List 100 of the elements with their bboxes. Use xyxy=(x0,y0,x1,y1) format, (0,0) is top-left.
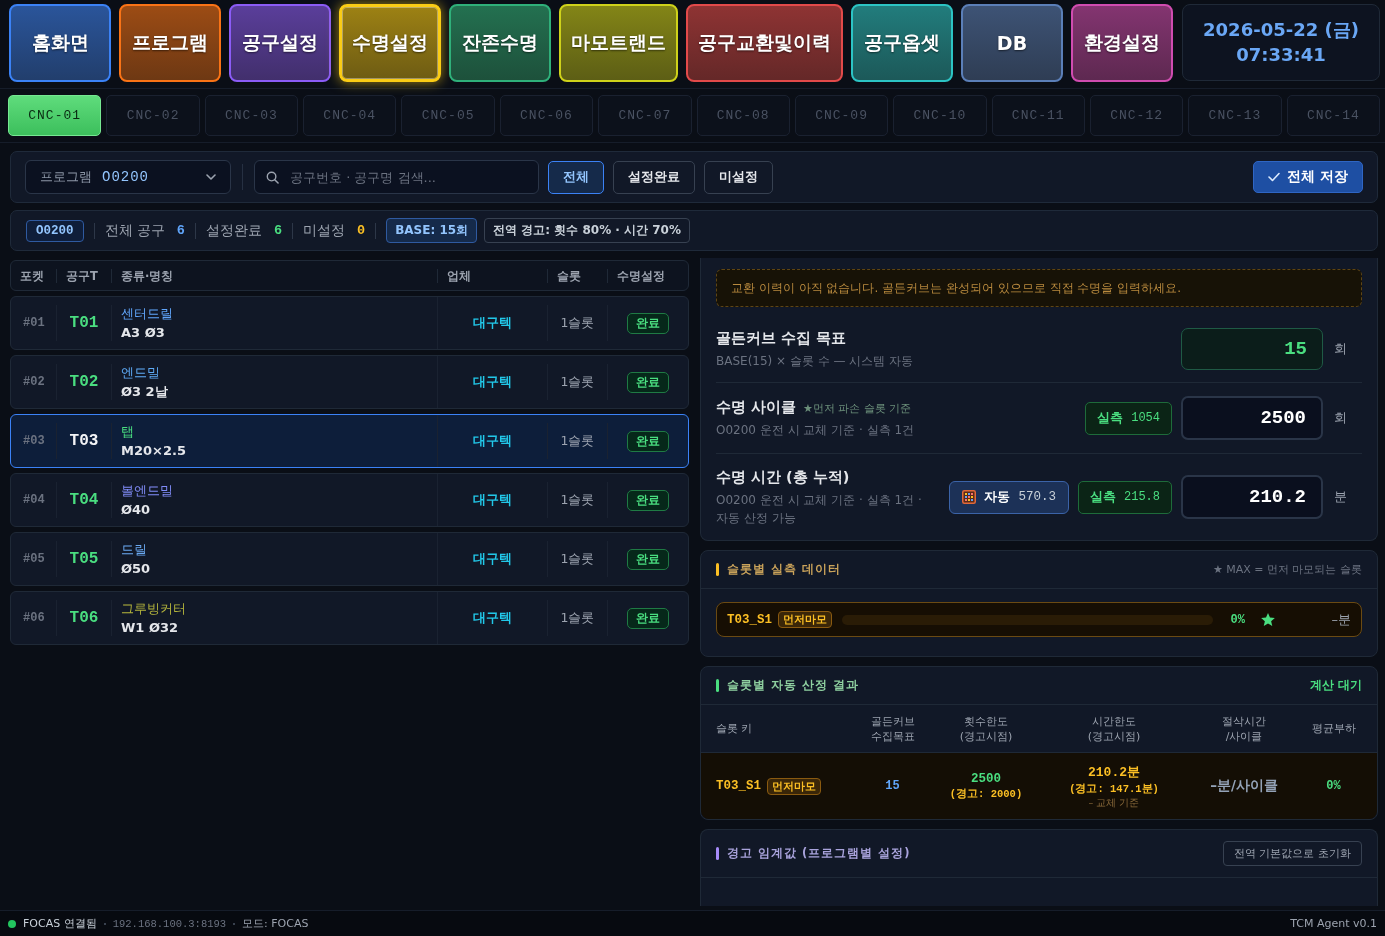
chevron-down-icon xyxy=(206,174,216,180)
pocket-number: #03 xyxy=(23,434,45,448)
column-header: 포켓 xyxy=(19,268,45,283)
vendor-name: 대구텍 xyxy=(473,432,512,450)
status-badge: 완료 xyxy=(627,489,669,511)
field-description: O0200 운전 시 교체 기준 · 실측 1건 · 자동 산정 가능 xyxy=(716,492,923,527)
field-title: 골든커브 수집 목표 xyxy=(716,329,847,348)
measured-badge: 실측 1054 xyxy=(1085,401,1172,435)
column-header: 수명설정 xyxy=(607,268,688,283)
vendor-name: 대구텍 xyxy=(473,373,512,391)
status-badge: 완료 xyxy=(627,607,669,629)
tool-name: A3 Ø3 xyxy=(121,323,165,341)
field-note: ★먼저 파손 슬롯 기준 xyxy=(803,401,912,416)
measured-badge: 실측 215.8 xyxy=(1078,480,1172,514)
tool-name: Ø50 xyxy=(121,559,151,577)
slot-key: T03_S1 xyxy=(727,612,772,627)
connection-text: FOCAS 연결됨 xyxy=(23,916,97,931)
nav-button[interactable]: 공구옵셋 xyxy=(851,4,953,82)
time-note: – 교체 기준 xyxy=(1088,796,1140,810)
tool-number: T04 xyxy=(69,491,99,509)
field-title: 수명 시간 (총 누적) xyxy=(716,468,850,487)
tool-number: T02 xyxy=(69,373,99,391)
stat-value: 6 xyxy=(273,223,283,238)
tool-type: 그루빙커터 xyxy=(121,600,186,617)
cycle-time: –분/사이클 xyxy=(1210,777,1278,795)
wear-badge: 먼저마모 xyxy=(778,611,832,628)
column-header: 평균부하 xyxy=(1310,721,1357,736)
tool-type: 드릴 xyxy=(121,541,147,558)
wear-badge: 먼저마모 xyxy=(767,777,821,795)
nav-button[interactable]: 마모트랜드 xyxy=(559,4,678,82)
tool-row[interactable]: #02 T02 엔드밀 Ø3 2날 대구텍 1슬롯 완료 xyxy=(10,355,689,409)
tool-row[interactable]: #06 T06 그루빙커터 W1 Ø32 대구텍 1슬롯 완료 xyxy=(10,591,689,645)
unit-label: 분 xyxy=(1333,488,1348,506)
tool-row[interactable]: #05 T05 드릴 Ø50 대구텍 1슬롯 완료 xyxy=(10,532,689,586)
section-title: 경고 임계값 (프로그램별 설정) xyxy=(727,846,911,861)
tool-name: M20×2.5 xyxy=(121,441,186,459)
pocket-number: #04 xyxy=(23,493,45,507)
nav-button[interactable]: 공구설정 xyxy=(229,4,331,82)
stat-value: 0 xyxy=(357,223,366,238)
auto-calc-button[interactable]: 자동 570.3 xyxy=(949,480,1069,514)
vendor-name: 대구텍 xyxy=(473,314,512,332)
nav-button[interactable]: 잔존수명 xyxy=(449,4,551,82)
column-header: 골든커브 수집목표 xyxy=(869,713,916,744)
slot-count: 1슬롯 xyxy=(560,432,595,450)
field-title: 수명 사이클 xyxy=(716,398,797,417)
vendor-name: 대구텍 xyxy=(473,491,512,509)
machine-tab[interactable]: CNC-01 xyxy=(8,95,102,136)
pocket-number: #01 xyxy=(23,316,45,330)
nav-button[interactable]: 수명설정 xyxy=(339,4,441,82)
clock-time: 07:33:41 xyxy=(1236,44,1326,66)
pocket-number: #02 xyxy=(23,375,45,389)
status-badge: 완료 xyxy=(627,548,669,570)
value-input-field[interactable]: 2500 xyxy=(1181,396,1323,440)
tool-row[interactable]: #03 T03 탭 M20×2.5 대구텍 1슬롯 완료 xyxy=(10,414,689,468)
slot-count: 1슬롯 xyxy=(560,373,595,391)
clock-date: 2026-05-22 (금) xyxy=(1203,19,1359,41)
time-value: –분 xyxy=(1330,610,1351,629)
stat-label: 설정완료 xyxy=(205,221,262,240)
percent-value: 0% xyxy=(1230,612,1245,627)
pocket-number: #06 xyxy=(23,611,45,625)
vendor-name: 대구텍 xyxy=(473,550,512,568)
column-header: 업체 xyxy=(437,268,547,283)
tool-row[interactable]: #01 T01 센터드릴 A3 Ø3 대구텍 1슬롯 완료 xyxy=(10,296,689,350)
section-title: 슬롯별 실측 데이터 xyxy=(727,562,841,577)
slot-count: 1슬롯 xyxy=(560,609,595,627)
abacus-icon xyxy=(962,490,977,504)
nav-button[interactable]: DB xyxy=(961,4,1063,82)
program-select[interactable]: 프로그램 O0200 xyxy=(25,160,231,194)
tool-number: T05 xyxy=(69,550,99,568)
section-title: 슬롯별 자동 산정 결과 xyxy=(727,678,859,693)
column-header: 횟수한도 (경고시점) xyxy=(958,713,1014,744)
slot-count: 1슬롯 xyxy=(560,491,595,509)
search-field[interactable]: 공구번호 · 공구명 검색... xyxy=(254,160,539,194)
target-value: 15 xyxy=(885,779,900,793)
calc-status: 계산 대기 xyxy=(1310,678,1362,693)
reset-defaults-button[interactable]: 전역 기본값으로 초기화 xyxy=(1223,841,1362,866)
column-header: 종류·명칭 xyxy=(111,268,437,283)
unit-label: 회 xyxy=(1333,340,1348,358)
tool-name: Ø3 2날 xyxy=(121,382,168,400)
mode-text: 모드: FOCAS xyxy=(242,916,309,931)
tool-row[interactable]: #04 T04 볼엔드밀 Ø40 대구텍 1슬롯 완료 xyxy=(10,473,689,527)
base-badge: BASE: 15회 xyxy=(386,218,478,243)
nav-button[interactable]: 환경설정 xyxy=(1071,4,1173,82)
unit-label: 회 xyxy=(1333,409,1348,427)
status-badge: 완료 xyxy=(627,430,669,452)
filter-button[interactable]: 전체 xyxy=(548,160,604,194)
column-header: 시간한도 (경고시점) xyxy=(1086,713,1142,744)
filter-button[interactable]: 설정완료 xyxy=(613,160,695,194)
nav-button[interactable]: 홈화면 xyxy=(9,4,111,82)
value-input-field[interactable]: 210.2 xyxy=(1181,475,1323,519)
save-all-button[interactable]: 전체 저장 xyxy=(1253,161,1363,193)
nav-button[interactable]: 공구교환및이력 xyxy=(686,4,843,82)
pocket-number: #05 xyxy=(23,552,45,566)
program-badge: O0200 xyxy=(26,219,84,242)
tool-name: Ø40 xyxy=(121,500,151,518)
slot-key: T03_S1 xyxy=(716,779,761,793)
nav-button[interactable]: 프로그램 xyxy=(119,4,221,82)
vendor-name: 대구텍 xyxy=(473,609,512,627)
filter-button[interactable]: 미설정 xyxy=(704,160,773,194)
search-icon xyxy=(266,171,279,184)
